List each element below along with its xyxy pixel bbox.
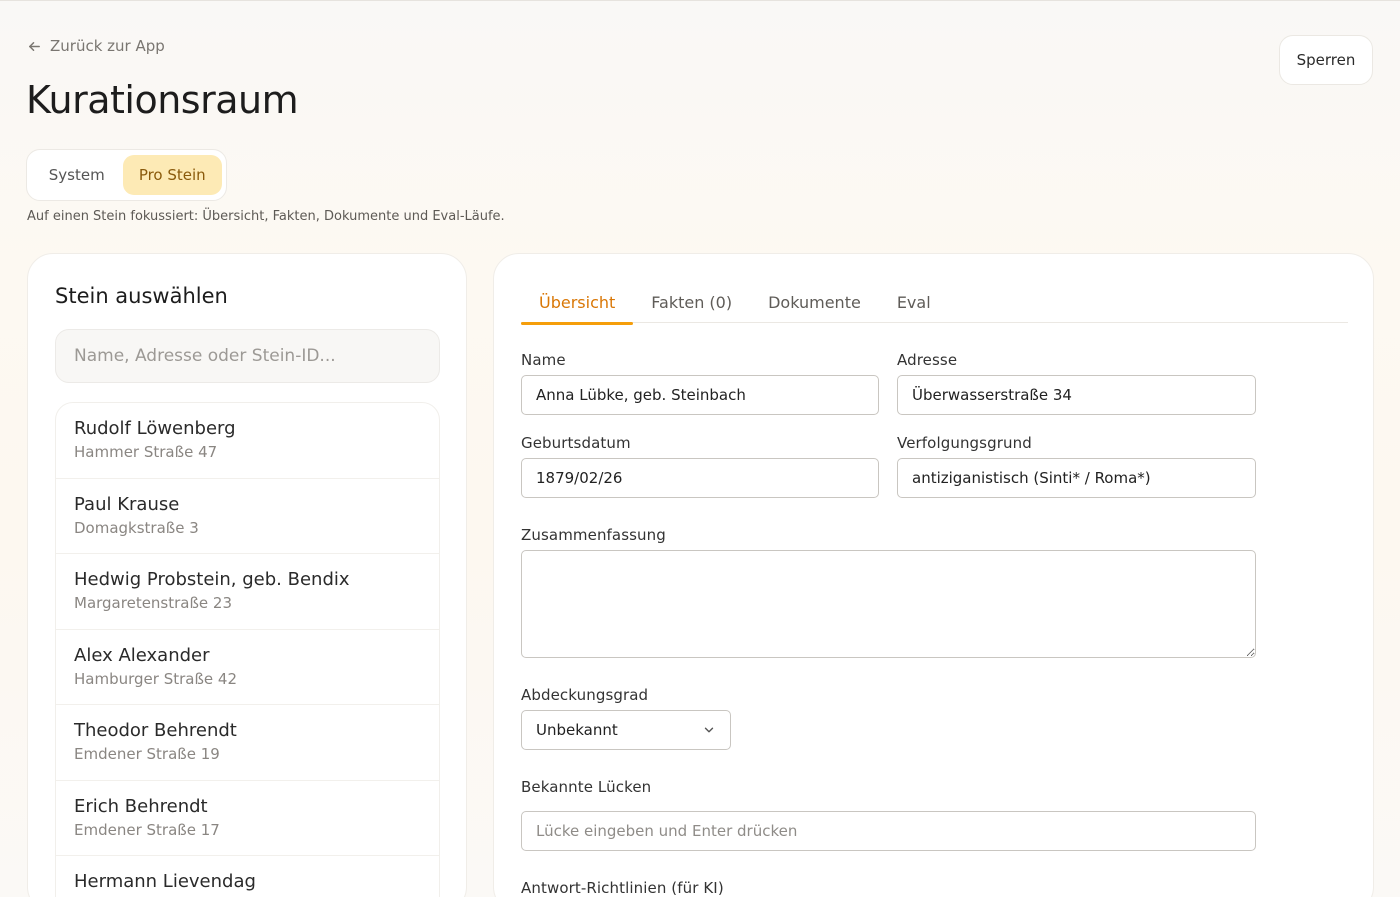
back-to-app-link[interactable]: Zurück zur App bbox=[27, 36, 165, 56]
chevron-down-icon bbox=[704, 727, 714, 733]
summary-label: Zusammenfassung bbox=[521, 526, 666, 544]
stone-picker-panel: Stein auswählen Rudolf Löwenberg Hammer … bbox=[27, 253, 467, 897]
stone-address: Hammer Straße 47 bbox=[74, 443, 218, 461]
stone-name: Hermann Lievendag bbox=[74, 871, 256, 892]
tab-facts[interactable]: Fakten (0) bbox=[633, 282, 750, 323]
list-item[interactable]: Theodor Behrendt Emdener Straße 19 bbox=[56, 705, 439, 781]
page-title: Kurationsraum bbox=[26, 78, 299, 122]
list-item[interactable]: Hermann Lievendag bbox=[56, 856, 439, 897]
curation-page: Zurück zur App Kurationsraum Sperren Sys… bbox=[0, 0, 1400, 897]
tab-documents[interactable]: Dokumente bbox=[750, 282, 879, 323]
stone-detail-panel: Übersicht Fakten (0) Dokumente Eval Name… bbox=[493, 253, 1374, 897]
address-label: Adresse bbox=[897, 351, 958, 369]
birthdate-field[interactable] bbox=[521, 458, 879, 498]
birthdate-label: Geburtsdatum bbox=[521, 434, 631, 452]
stone-list: Rudolf Löwenberg Hammer Straße 47 Paul K… bbox=[55, 402, 440, 897]
stone-address: Emdener Straße 19 bbox=[74, 745, 220, 763]
coverage-select-value: Unbekannt bbox=[536, 721, 618, 739]
stone-address: Hamburger Straße 42 bbox=[74, 669, 237, 688]
back-link-label: Zurück zur App bbox=[50, 37, 165, 55]
stone-address: Domagkstraße 3 bbox=[74, 518, 199, 537]
list-item[interactable]: Hedwig Probstein, geb. Bendix Margareten… bbox=[56, 554, 439, 630]
gaps-input[interactable] bbox=[521, 811, 1256, 851]
mode-tab-system[interactable]: System bbox=[31, 155, 123, 195]
tab-overview[interactable]: Übersicht bbox=[521, 282, 634, 325]
coverage-select[interactable]: Unbekannt bbox=[521, 710, 731, 750]
mode-description: Auf einen Stein fokussiert: Übersicht, F… bbox=[27, 209, 505, 224]
tab-eval[interactable]: Eval bbox=[879, 282, 949, 323]
stone-address: Emdener Straße 17 bbox=[74, 820, 220, 839]
summary-textarea[interactable] bbox=[521, 550, 1256, 658]
detail-tabs: Übersicht Fakten (0) Dokumente Eval bbox=[521, 282, 1348, 325]
stone-picker-title: Stein auswählen bbox=[55, 284, 228, 308]
coverage-label: Abdeckungsgrad bbox=[521, 686, 649, 704]
list-item[interactable]: Paul Krause Domagkstraße 3 bbox=[56, 479, 439, 554]
persecution-label: Verfolgungsgrund bbox=[897, 434, 1032, 452]
top-divider bbox=[0, 0, 1400, 1]
stone-name: Hedwig Probstein, geb. Bendix bbox=[74, 569, 350, 590]
stone-search-input[interactable] bbox=[55, 329, 440, 383]
list-item[interactable]: Rudolf Löwenberg Hammer Straße 47 bbox=[56, 403, 439, 479]
name-label: Name bbox=[521, 351, 566, 369]
list-item[interactable]: Alex Alexander Hamburger Straße 42 bbox=[56, 630, 439, 705]
list-item[interactable]: Erich Behrendt Emdener Straße 17 bbox=[56, 781, 439, 856]
stone-name: Alex Alexander bbox=[74, 644, 210, 666]
address-field[interactable] bbox=[897, 375, 1256, 415]
stone-address: Margaretenstraße 23 bbox=[74, 594, 233, 612]
stone-name: Theodor Behrendt bbox=[74, 720, 237, 741]
gaps-label: Bekannte Lücken bbox=[521, 778, 652, 796]
stone-name: Rudolf Löwenberg bbox=[74, 418, 236, 439]
name-field[interactable] bbox=[521, 375, 879, 415]
stone-name: Paul Krause bbox=[74, 493, 180, 515]
guidelines-label: Antwort-Richtlinien (für KI) bbox=[521, 879, 724, 897]
lock-button[interactable]: Sperren bbox=[1279, 35, 1373, 85]
persecution-field[interactable] bbox=[897, 458, 1256, 498]
arrow-left-icon bbox=[29, 41, 40, 51]
stone-name: Erich Behrendt bbox=[74, 795, 208, 817]
mode-switch: System Pro Stein bbox=[26, 149, 227, 201]
mode-tab-pro-stein[interactable]: Pro Stein bbox=[122, 155, 222, 195]
